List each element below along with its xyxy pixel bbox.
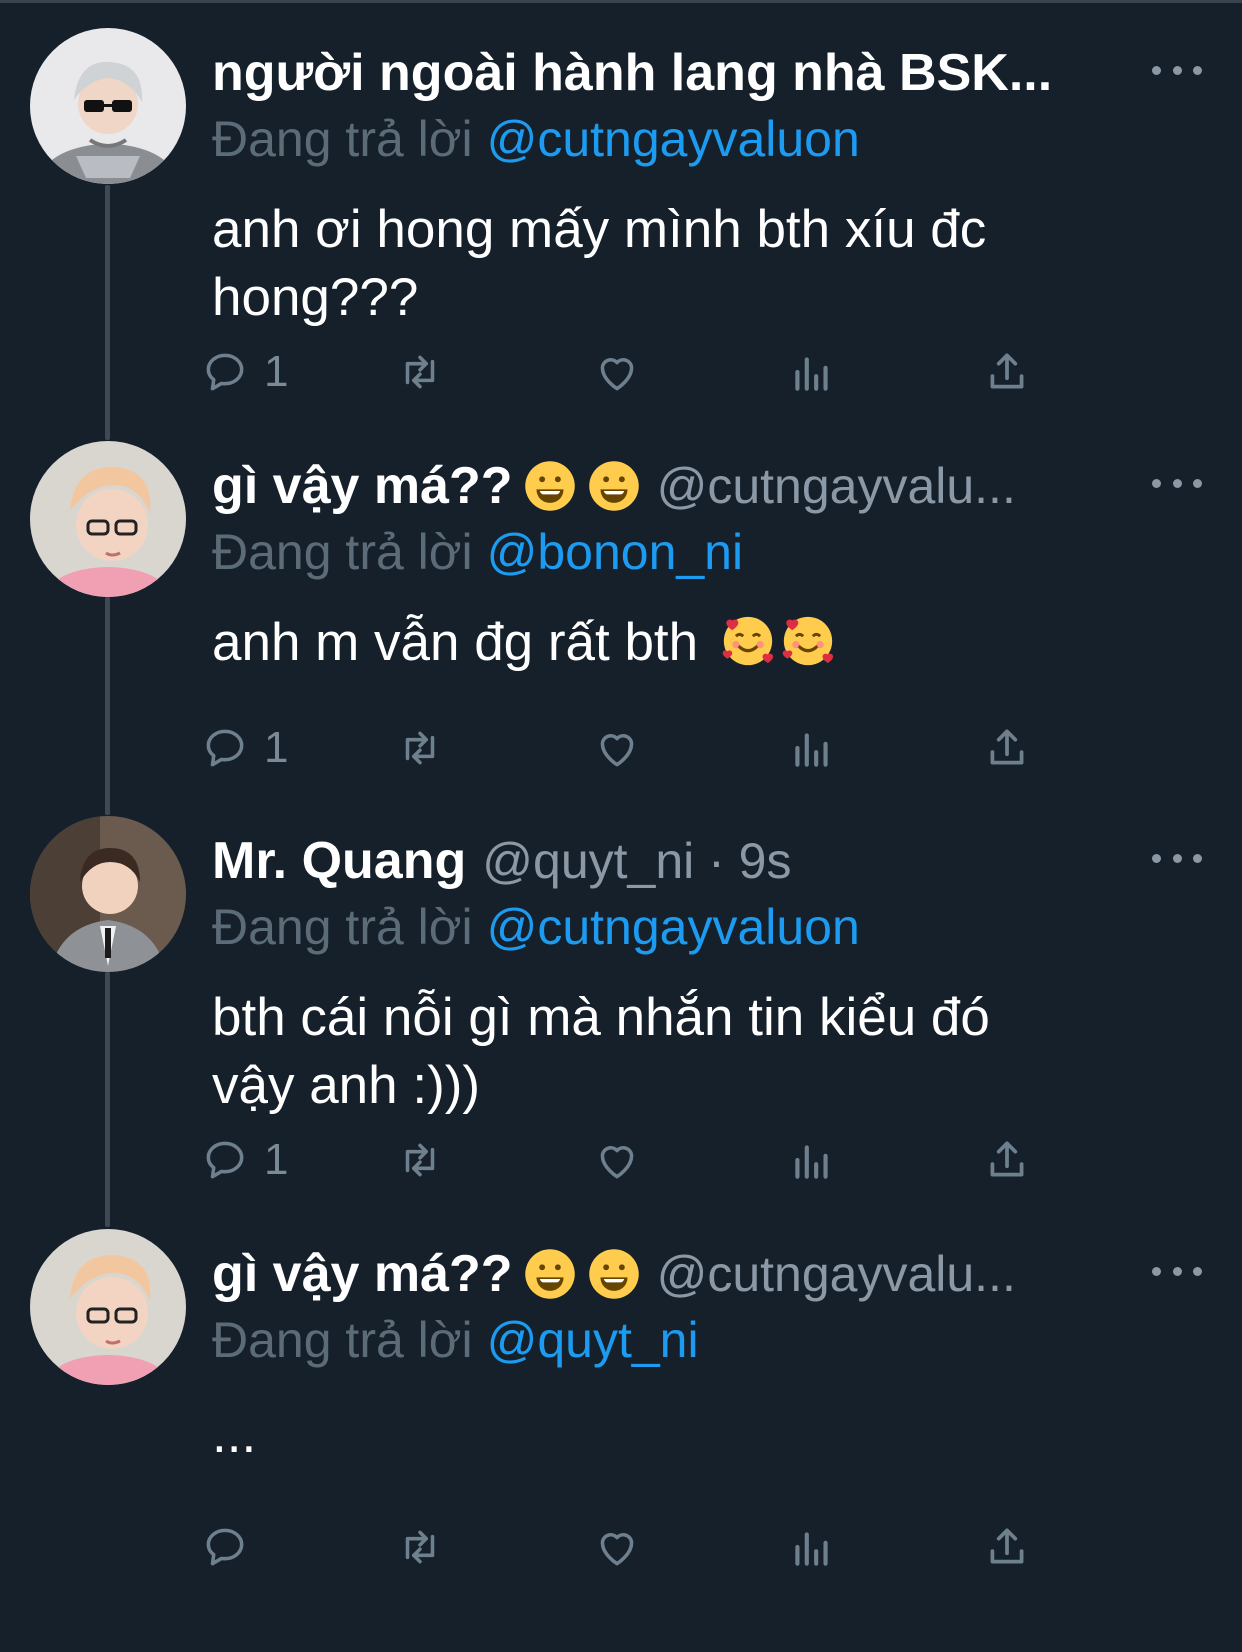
retweet-icon: [405, 355, 435, 389]
like-button[interactable]: [592, 1517, 642, 1577]
retweet-icon: [405, 731, 435, 765]
views-button[interactable]: [787, 718, 837, 778]
reply-icon: [206, 1528, 244, 1566]
action-bar: [0, 1517, 1242, 1577]
grinning-face-icon: [524, 461, 575, 511]
analytics-icon: [795, 1532, 828, 1566]
heart-icon: [600, 1533, 634, 1566]
views-button[interactable]: [787, 1130, 837, 1190]
mention-link[interactable]: @cutngayvaluon: [487, 899, 860, 955]
replying-to: Đang trả lời @cutngayvaluon: [212, 110, 860, 168]
heart-icon: [600, 358, 634, 391]
replying-label: Đang trả lời: [212, 111, 473, 167]
analytics-icon: [795, 733, 828, 767]
analytics-icon: [795, 1145, 828, 1179]
handle[interactable]: @cutngayvalu...: [657, 1245, 1016, 1303]
views-button[interactable]: [787, 342, 837, 402]
more-options-icon[interactable]: [1152, 471, 1202, 495]
retweet-button[interactable]: [395, 1130, 445, 1190]
share-button[interactable]: [982, 1517, 1032, 1577]
reply-count: 1: [264, 1135, 289, 1184]
tweet-text: anh m vẫn đg rất bth: [212, 609, 1112, 677]
reply-icon: [206, 729, 244, 767]
like-button[interactable]: [592, 1130, 642, 1190]
share-button[interactable]: [982, 342, 1032, 402]
tweet-text-line: hong???: [212, 268, 419, 327]
grinning-face-icon: [588, 461, 639, 511]
display-name[interactable]: Mr. Quang: [212, 831, 466, 891]
thread-connector: [105, 597, 110, 815]
reply-count: 1: [264, 347, 289, 396]
top-divider: [0, 0, 1242, 3]
like-button[interactable]: [592, 342, 642, 402]
display-name[interactable]: người ngoài hành lang nhà BSK...: [212, 43, 1052, 103]
action-bar: 1: [0, 718, 1242, 778]
display-name[interactable]: gì vậy má??: [212, 1244, 513, 1304]
retweet-icon: [405, 1530, 435, 1564]
smiling-face-with-hearts-icon: [782, 616, 834, 666]
more-options-icon[interactable]: [1152, 58, 1202, 82]
handle[interactable]: @cutngayvalu...: [657, 457, 1016, 515]
share-icon: [990, 1141, 1024, 1177]
retweet-icon: [405, 1143, 435, 1177]
tweet-text-line: anh m vẫn đg rất bth: [212, 613, 699, 672]
share-icon: [990, 1528, 1024, 1564]
tweet-text: bth cái nỗi gì mà nhắn tin kiểu đó vậy a…: [212, 984, 1112, 1120]
reply-button[interactable]: 1: [200, 342, 288, 402]
share-icon: [990, 353, 1024, 389]
action-bar: 1: [0, 1130, 1242, 1190]
analytics-icon: [795, 357, 828, 391]
avatar[interactable]: [30, 816, 186, 972]
retweet-button[interactable]: [395, 718, 445, 778]
heart-icon: [600, 1146, 634, 1179]
replying-label: Đang trả lời: [212, 899, 473, 955]
avatar[interactable]: [30, 1229, 186, 1385]
tweet-text-line: bth cái nỗi gì mà nhắn tin kiểu đó: [212, 988, 990, 1047]
reply-button[interactable]: [200, 1517, 264, 1577]
retweet-button[interactable]: [395, 1517, 445, 1577]
more-options-icon[interactable]: [1152, 846, 1202, 870]
more-options-icon[interactable]: [1152, 1259, 1202, 1283]
avatar[interactable]: [30, 28, 186, 184]
mention-link[interactable]: @quyt_ni: [487, 1312, 699, 1368]
action-bar: 1: [0, 342, 1242, 402]
share-button[interactable]: [982, 718, 1032, 778]
like-button[interactable]: [592, 718, 642, 778]
replying-label: Đang trả lời: [212, 524, 473, 580]
reply-button[interactable]: 1: [200, 1130, 288, 1190]
replying-to: Đang trả lời @cutngayvaluon: [212, 898, 860, 956]
tweet-text: ...: [212, 1401, 1112, 1469]
share-button[interactable]: [982, 1130, 1032, 1190]
handle[interactable]: @quyt_ni · 9s: [482, 832, 791, 890]
tweet-text: anh ơi hong mấy mình bth xíu đc hong???: [212, 196, 1112, 332]
grinning-face-icon: [524, 1249, 575, 1299]
reply-icon: [206, 353, 244, 391]
grinning-face-icon: [588, 1249, 639, 1299]
mention-link[interactable]: @cutngayvaluon: [487, 111, 860, 167]
replying-label: Đang trả lời: [212, 1312, 473, 1368]
mention-link[interactable]: @bonon_ni: [487, 524, 744, 580]
reply-count: 1: [264, 723, 289, 772]
tweet-text-line: ...: [212, 1405, 257, 1464]
smiling-face-with-hearts-icon: [722, 616, 774, 666]
heart-icon: [600, 734, 634, 767]
views-button[interactable]: [787, 1517, 837, 1577]
display-name[interactable]: gì vậy má??: [212, 456, 513, 516]
avatar[interactable]: [30, 441, 186, 597]
reply-icon: [206, 1141, 244, 1179]
tweet-text-line: vậy anh :))): [212, 1056, 481, 1115]
replying-to: Đang trả lời @quyt_ni: [212, 1311, 699, 1369]
tweet-text-line: anh ơi hong mấy mình bth xíu đc: [212, 200, 987, 259]
share-icon: [990, 729, 1024, 765]
reply-button[interactable]: 1: [200, 718, 288, 778]
replying-to: Đang trả lời @bonon_ni: [212, 523, 743, 581]
retweet-button[interactable]: [395, 342, 445, 402]
